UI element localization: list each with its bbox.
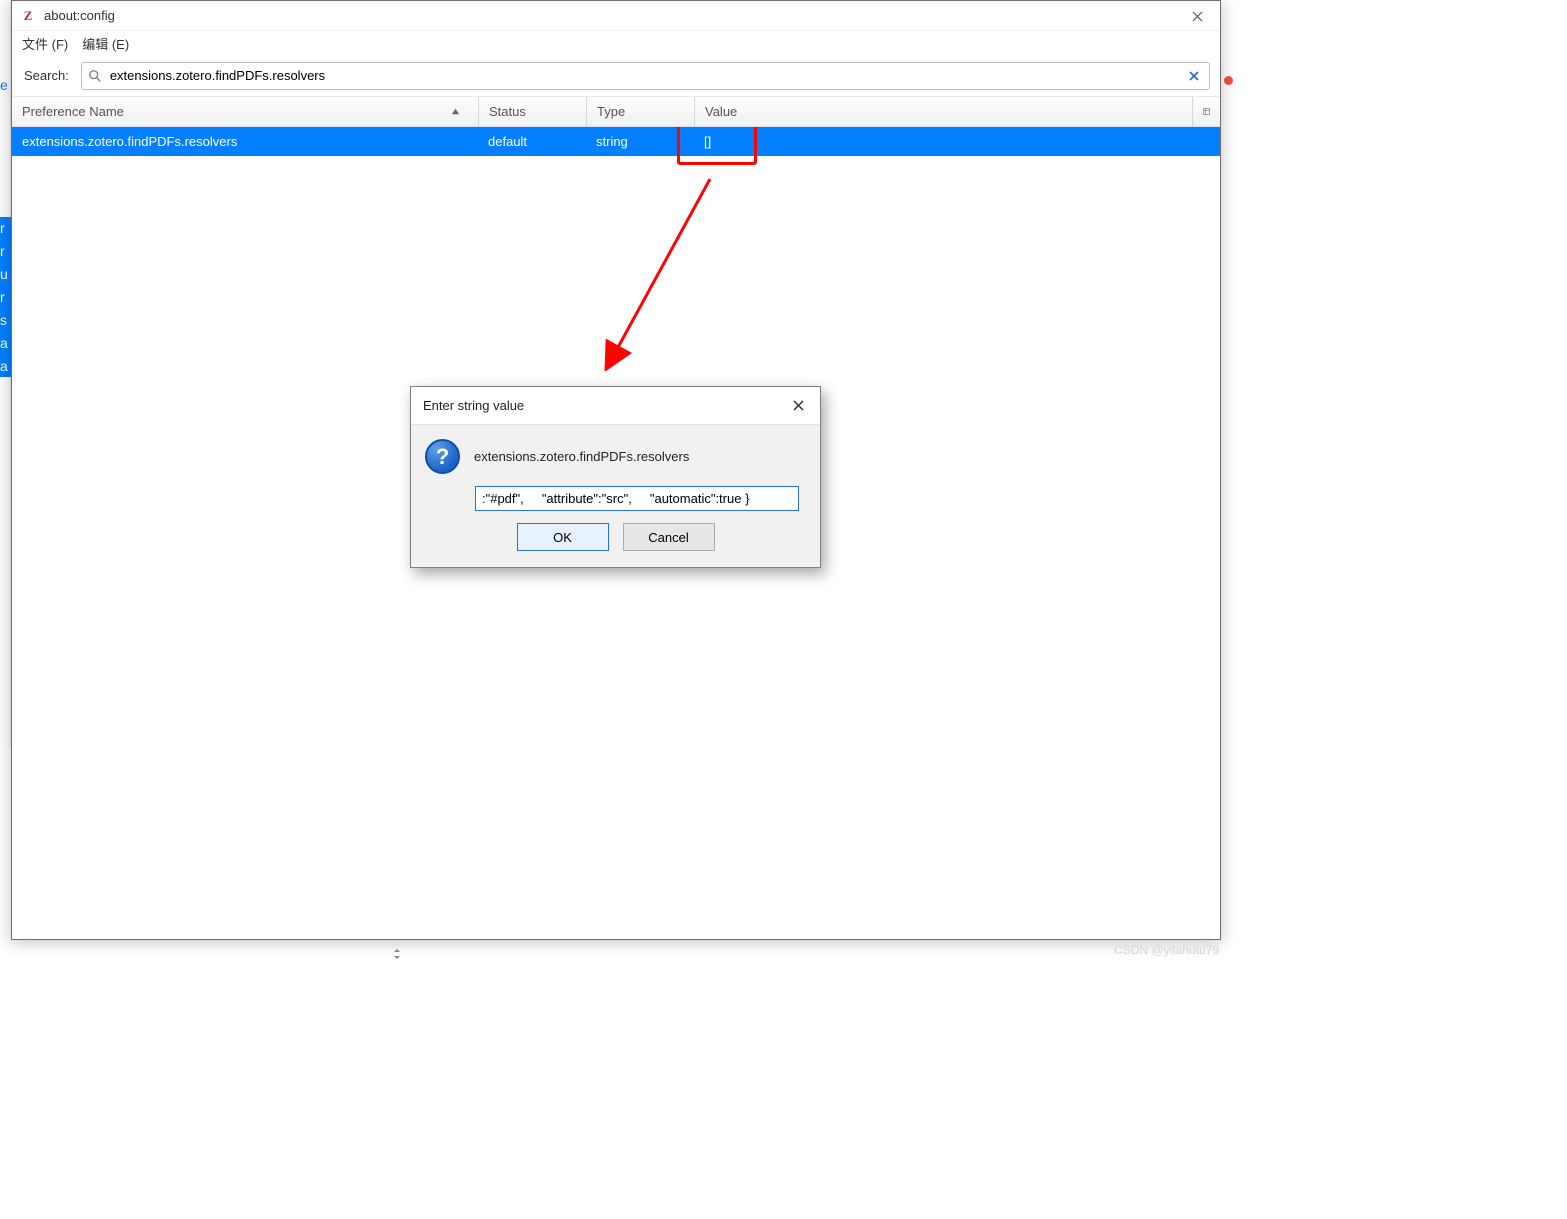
search-input[interactable]: [108, 67, 1179, 84]
menubar[interactable]: 文件 (F) 编辑 (E): [12, 31, 1220, 55]
cell-name: extensions.zotero.findPDFs.resolvers: [12, 134, 478, 149]
menu-file[interactable]: 文件 (F): [22, 34, 68, 53]
ghost-letter: r: [0, 288, 11, 306]
sort-asc-icon: [451, 107, 460, 116]
background-sliver-right: [1224, 0, 1231, 746]
search-box[interactable]: [81, 62, 1210, 90]
table-header: Preference Name Status Type Value: [12, 97, 1220, 127]
ghost-letter: r: [0, 242, 11, 260]
search-bar: Search:: [12, 55, 1220, 97]
cell-value-text: []: [704, 134, 711, 149]
column-header-status[interactable]: Status: [478, 97, 586, 126]
ghost-letter: r: [0, 219, 11, 237]
close-icon: [793, 400, 804, 411]
dialog-pref-name: extensions.zotero.findPDFs.resolvers: [474, 449, 689, 464]
ghost-letter: u: [0, 265, 11, 283]
table-row[interactable]: extensions.zotero.findPDFs.resolvers def…: [12, 127, 1220, 156]
column-label: Preference Name: [22, 104, 124, 119]
column-picker-button[interactable]: [1192, 97, 1220, 126]
ghost-letter: a: [0, 357, 11, 375]
cell-value: []: [694, 134, 1220, 149]
column-label: Type: [597, 104, 625, 119]
titlebar[interactable]: Z about:config: [12, 1, 1220, 31]
ghost-letter: s: [0, 311, 11, 329]
close-icon: [1192, 11, 1203, 22]
watermark: CSDN @yitahutu79: [1114, 943, 1219, 957]
column-label: Value: [705, 104, 737, 119]
search-label: Search:: [22, 68, 73, 83]
ghost-letter: e: [0, 76, 11, 94]
dialog-value-input[interactable]: [475, 486, 799, 511]
dialog-close-button[interactable]: [788, 396, 808, 416]
question-icon: ?: [425, 439, 460, 474]
sort-indicator: [451, 104, 460, 119]
ghost-letter: a: [0, 334, 11, 352]
column-header-name[interactable]: Preference Name: [12, 97, 478, 126]
dialog-body: ? extensions.zotero.findPDFs.resolvers O…: [411, 425, 820, 567]
ok-button[interactable]: OK: [517, 523, 609, 551]
dialog-titlebar[interactable]: Enter string value: [411, 387, 820, 425]
menu-edit[interactable]: 编辑 (E): [82, 34, 129, 53]
column-picker-icon: [1203, 105, 1210, 118]
search-icon: [88, 69, 102, 83]
dialog-title: Enter string value: [423, 398, 788, 413]
drag-handle-icon: [384, 948, 410, 960]
string-value-dialog: Enter string value ? extensions.zotero.f…: [410, 386, 821, 568]
cell-status: default: [478, 134, 586, 149]
search-clear-button[interactable]: [1185, 67, 1203, 85]
close-icon: [1189, 71, 1199, 81]
background-sliver-left: e r r u r s a a: [0, 0, 11, 746]
cancel-button[interactable]: Cancel: [623, 523, 715, 551]
red-dot-icon: [1224, 76, 1233, 85]
window-title: about:config: [44, 8, 115, 23]
window-close-button[interactable]: [1174, 1, 1220, 31]
column-header-type[interactable]: Type: [586, 97, 694, 126]
cell-type: string: [586, 134, 694, 149]
column-header-value[interactable]: Value: [694, 97, 1192, 126]
zotero-icon: Z: [20, 8, 36, 24]
column-label: Status: [489, 104, 526, 119]
